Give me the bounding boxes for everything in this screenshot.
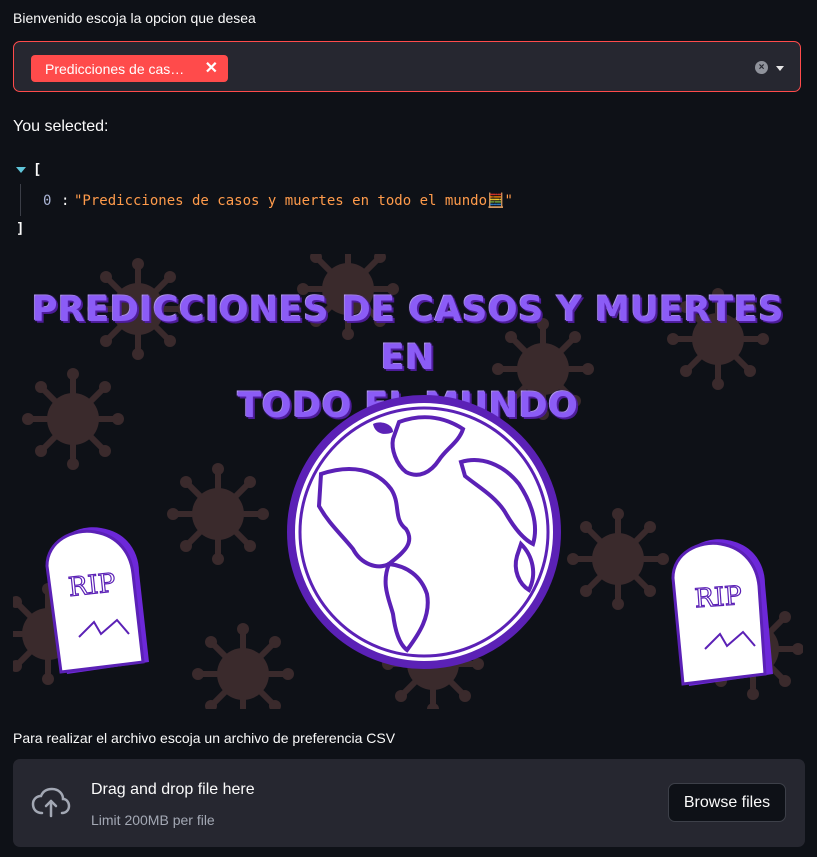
- uploader-label: Para realizar el archivo escoja un archi…: [13, 730, 396, 746]
- select-label: Bienvenido escoja la opcion que desea: [13, 10, 256, 26]
- dropzone-title: Drag and drop file here: [91, 781, 255, 798]
- tombstone-right-icon: RIP: [671, 539, 773, 686]
- remove-tag-icon[interactable]: ✕: [205, 60, 218, 77]
- json-item-index: 0: [43, 193, 52, 209]
- selected-option-tag[interactable]: Predicciones de cas… ✕: [31, 55, 228, 82]
- json-indent-guide: [20, 184, 21, 216]
- json-open-bracket: [: [33, 162, 42, 178]
- dropzone-limit: Limit 200MB per file: [91, 812, 215, 828]
- chevron-down-icon[interactable]: [776, 66, 784, 71]
- tombstone-right-text: RIP: [694, 581, 743, 614]
- banner-image: PREDICCIONES DE CASOS Y MUERTES EN TODO …: [13, 254, 803, 709]
- tombstone-left-text: RIP: [67, 568, 117, 603]
- option-multiselect[interactable]: Predicciones de cas… ✕ ×: [13, 41, 801, 92]
- browse-files-button[interactable]: Browse files: [668, 783, 786, 822]
- json-close-bracket: ]: [16, 221, 25, 237]
- file-dropzone[interactable]: Drag and drop file here Limit 200MB per …: [13, 759, 805, 847]
- collapse-toggle-icon[interactable]: [16, 167, 26, 173]
- json-item-value: "Predicciones de casos y muertes en todo…: [74, 193, 513, 209]
- cloud-upload-icon: [31, 787, 71, 818]
- clear-all-icon[interactable]: ×: [755, 61, 768, 74]
- selected-option-label: Predicciones de cas…: [45, 60, 185, 77]
- banner-title-line1: PREDICCIONES DE CASOS Y MUERTES EN: [31, 290, 785, 378]
- tombstone-left-icon: RIP: [45, 527, 149, 674]
- you-selected-heading: You selected:: [13, 118, 109, 135]
- json-colon: :: [61, 193, 70, 209]
- globe-icon: [287, 395, 561, 669]
